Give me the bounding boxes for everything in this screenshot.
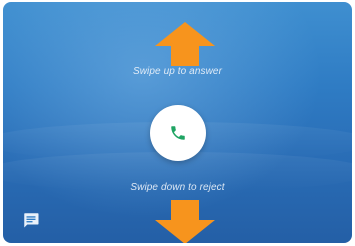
answer-call-button[interactable] (150, 105, 206, 161)
swipe-up-hint: Swipe up to answer (132, 66, 223, 77)
arrow-up-icon (155, 22, 215, 66)
incoming-call-screen: Swipe up to answer Swipe down to reject (3, 2, 352, 243)
arrow-down-icon (155, 200, 215, 243)
message-icon[interactable] (22, 211, 40, 229)
phone-icon (171, 126, 185, 140)
swipe-down-hint: Swipe down to reject (130, 182, 225, 193)
device-frame: Swipe up to answer Swipe down to reject (0, 0, 355, 246)
